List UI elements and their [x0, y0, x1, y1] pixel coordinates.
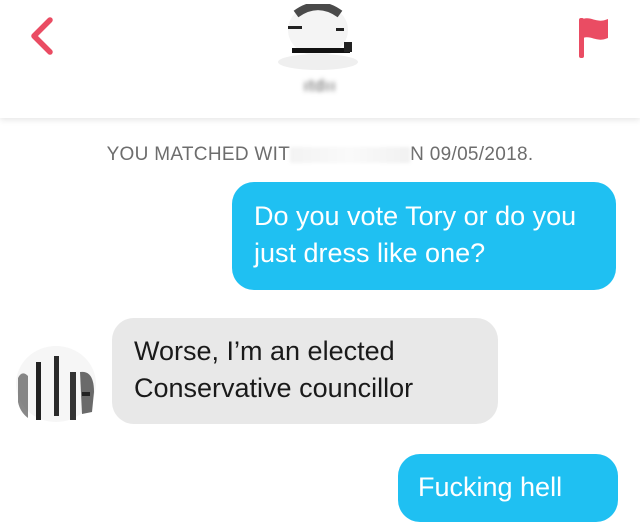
match-avatar[interactable]	[270, 2, 366, 70]
match-date-banner: YOU MATCHED WIT N 09/05/2018.	[0, 144, 640, 166]
chat-header: ıtdıı	[0, 0, 640, 118]
chevron-left-icon	[31, 17, 53, 55]
flag-icon	[579, 18, 608, 58]
match-name[interactable]: ıtdıı	[250, 76, 390, 96]
match-banner-suffix: N 09/05/2018.	[410, 144, 534, 165]
match-banner-prefix: YOU MATCHED WIT	[106, 144, 291, 165]
back-button[interactable]	[22, 14, 62, 58]
redacted-name	[290, 146, 411, 163]
message-incoming[interactable]: Worse, I’m an elected Conservative counc…	[112, 318, 498, 424]
message-text: Worse, I’m an elected Conservative counc…	[134, 336, 414, 403]
report-button[interactable]	[574, 14, 614, 60]
message-outgoing[interactable]: Fucking hell	[398, 454, 618, 522]
message-text: Fucking hell	[418, 472, 563, 502]
message-text: Do you vote Tory or do you just dress li…	[254, 201, 577, 268]
message-outgoing[interactable]: Do you vote Tory or do you just dress li…	[232, 182, 616, 290]
sender-avatar[interactable]	[8, 342, 104, 426]
